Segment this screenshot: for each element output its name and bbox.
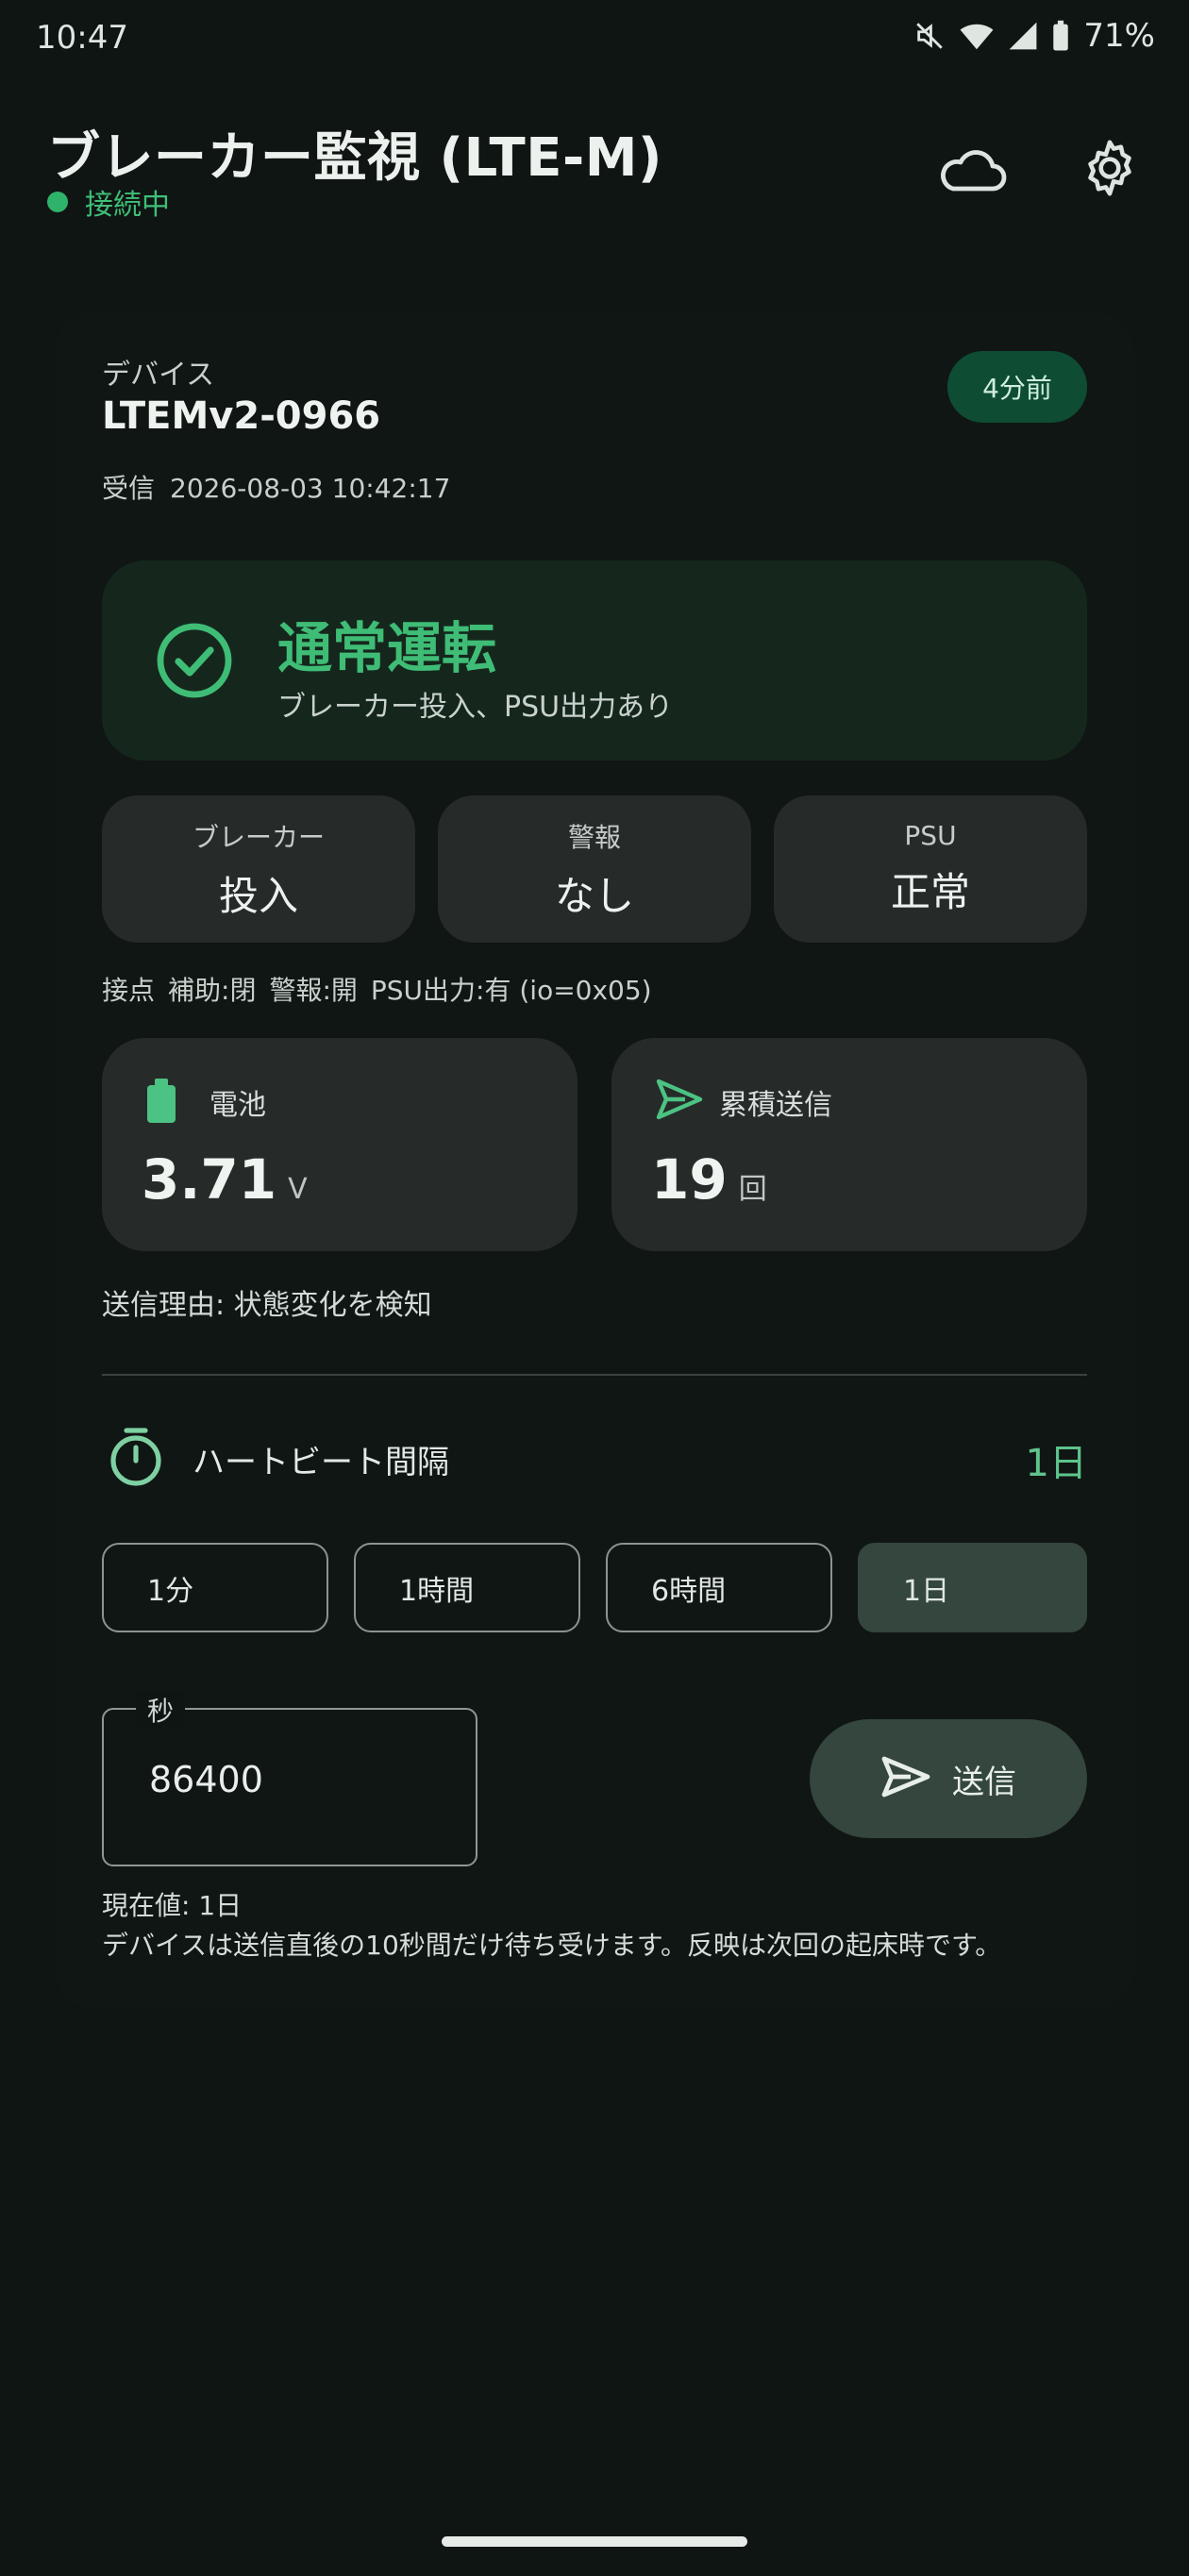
home-indicator[interactable] <box>442 2536 747 2547</box>
divider <box>102 1374 1087 1376</box>
received-timestamp: 2026-08-03 10:42:17 <box>170 473 451 504</box>
status-icons: 71% <box>913 17 1155 55</box>
gear-icon <box>1080 139 1139 201</box>
status-bar: 10:47 71% <box>0 0 1189 79</box>
settings-button[interactable] <box>1072 132 1147 208</box>
battery-unit: V <box>288 1173 308 1206</box>
interval-option-1hour[interactable]: 1時間 <box>354 1543 580 1632</box>
heartbeat-current-value: 1日 <box>1025 1442 1087 1485</box>
signal-icon <box>1008 21 1038 51</box>
status-time: 10:47 <box>36 19 128 57</box>
app-screen: 10:47 71% ブレーカー監視 (LTE-M) 接続中 デバイス LTEMv… <box>0 0 1189 2576</box>
age-badge: 4分前 <box>947 351 1087 423</box>
contacts-aux: 補助:閉 <box>168 975 257 1006</box>
battery-label: 電池 <box>209 1089 266 1122</box>
tile-value: なし <box>554 872 634 919</box>
device-name: LTEMv2-0966 <box>102 394 381 438</box>
send-icon <box>880 1755 931 1802</box>
interval-option-1day-selected[interactable]: 1日 <box>858 1543 1087 1632</box>
mute-icon <box>913 20 946 52</box>
connection-status-label: 接続中 <box>85 189 170 222</box>
cloud-button[interactable] <box>934 132 1010 208</box>
connection-status: 接続中 <box>47 181 170 223</box>
send-button-label: 送信 <box>952 1763 1016 1801</box>
tile-psu: PSU 正常 <box>774 795 1087 943</box>
check-circle-icon <box>155 621 234 704</box>
seconds-input-label: 秒 <box>136 1691 186 1729</box>
timer-icon <box>106 1425 166 1491</box>
seconds-input-value[interactable]: 86400 <box>149 1759 263 1800</box>
wifi-icon <box>959 20 995 52</box>
sent-count-label: 累積送信 <box>719 1089 832 1122</box>
battery-icon <box>1051 20 1070 52</box>
tile-alarm: 警報 なし <box>438 795 751 943</box>
contacts-psu: PSU出力:有 (io=0x05) <box>370 975 652 1006</box>
interval-option-6hours[interactable]: 6時間 <box>606 1543 832 1632</box>
cloud-icon <box>936 143 1008 196</box>
tile-label: PSU <box>904 820 957 851</box>
send-button[interactable]: 送信 <box>810 1719 1087 1838</box>
send-reason: 送信理由: 状態変化を検知 <box>102 1289 432 1322</box>
connection-dot-icon <box>47 192 68 212</box>
state-subtitle: ブレーカー投入、PSU出力あり <box>277 691 674 724</box>
tile-label: ブレーカー <box>192 821 325 853</box>
state-card: 通常運転 ブレーカー投入、PSU出力あり <box>102 560 1087 761</box>
app-title: ブレーカー監視 (LTE-M) <box>47 127 663 189</box>
battery-percent: 71% <box>1083 17 1155 55</box>
tile-value: 投入 <box>218 872 298 919</box>
battery-metric-card: 電池 3.71 V <box>102 1038 578 1251</box>
heartbeat-title: ハートビート間隔 <box>193 1444 449 1481</box>
battery-icon <box>145 1078 177 1129</box>
send-icon <box>655 1078 704 1125</box>
contacts-line: 接点 補助:閉 警報:開 PSU出力:有 (io=0x05) <box>102 970 652 1008</box>
received-line: 受信 2026-08-03 10:42:17 <box>102 468 450 506</box>
sent-count-unit: 回 <box>738 1173 767 1206</box>
contacts-label: 接点 <box>102 975 156 1006</box>
heartbeat-note: デバイスは送信直後の10秒間だけ待ち受けます。反映は次回の起床時です。 <box>102 1930 1002 1961</box>
tile-label: 警報 <box>567 821 621 853</box>
state-title: 通常運転 <box>277 616 497 680</box>
current-value-text: 現在値: 1日 <box>102 1890 243 1921</box>
received-label: 受信 <box>102 473 156 504</box>
tile-value: 正常 <box>890 869 970 915</box>
seconds-input[interactable]: 86400 <box>102 1708 477 1866</box>
contacts-alarm: 警報:開 <box>269 975 358 1006</box>
sent-count-value: 19 回 <box>651 1147 767 1212</box>
interval-option-1min[interactable]: 1分 <box>102 1543 328 1632</box>
tile-breaker: ブレーカー 投入 <box>102 795 415 943</box>
battery-value: 3.71 V <box>142 1147 308 1212</box>
device-label: デバイス <box>102 359 215 392</box>
sent-count-metric-card: 累積送信 19 回 <box>611 1038 1087 1251</box>
